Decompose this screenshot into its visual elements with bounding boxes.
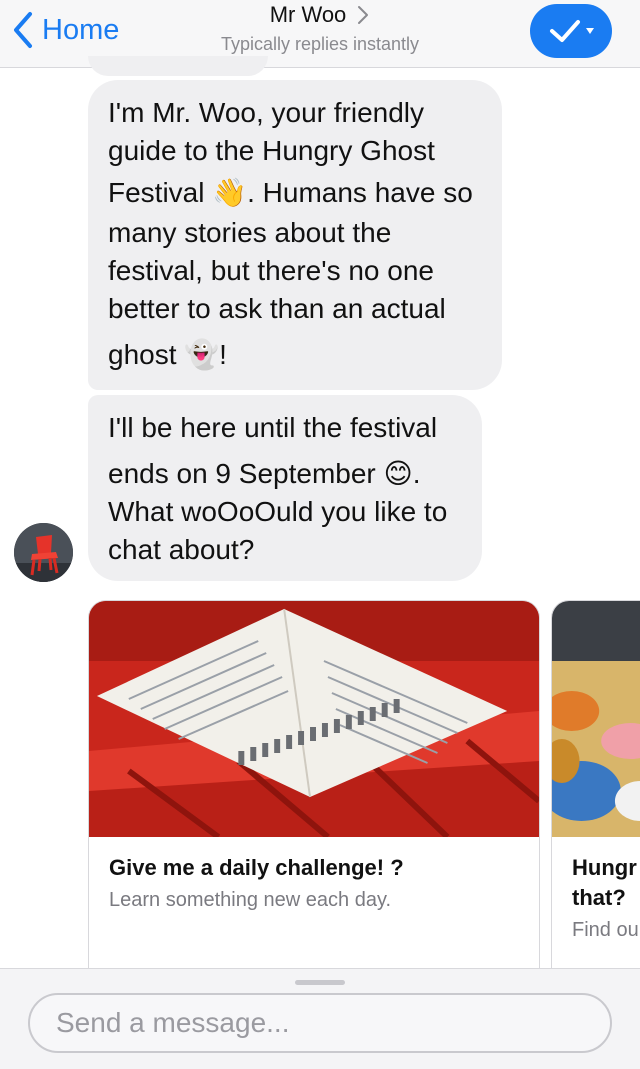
message-line: festival, but there's no one [108, 255, 434, 286]
done-menu-button[interactable] [530, 4, 612, 58]
message-line: guide to the Hungry Ghost [108, 135, 435, 166]
previous-message-bubble [88, 56, 268, 76]
message-line: chat about? [108, 534, 255, 565]
card-image-notebook [89, 601, 539, 837]
avatar[interactable] [14, 523, 73, 582]
message-line: ends on 9 September 😊. [108, 458, 421, 489]
message-input[interactable] [28, 993, 612, 1053]
card-subtitle: Learn something new each day. [109, 889, 392, 911]
card-subtitle: Find ou [572, 919, 639, 941]
conversation-title-button[interactable]: Mr Woo [270, 2, 371, 28]
contact-name: Mr Woo [269, 2, 347, 27]
chevron-right-icon [358, 6, 369, 24]
card-title: Give me a daily challenge! ? [109, 855, 404, 880]
carousel-card[interactable]: Give me a daily challenge! ? Learn somet… [88, 600, 540, 990]
card-title: Hungr that? [572, 853, 640, 913]
drag-handle[interactable] [295, 980, 345, 985]
message-composer [0, 968, 640, 1069]
message-line: better to ask than an actual [108, 293, 446, 324]
message-bubble: I'm Mr. Woo, your friendly guide to the … [88, 80, 502, 390]
message-line: many stories about the [108, 217, 392, 248]
check-dropdown-icon [550, 20, 594, 42]
message-line: Festival 👋. Humans have so [108, 177, 473, 208]
red-chair-avatar-icon [14, 523, 73, 582]
message-line: ghost 👻! [108, 339, 227, 370]
message-bubble: I'll be here until the festival ends on … [88, 395, 482, 581]
card-image-food [552, 601, 640, 837]
card-title-line: Hungr [572, 855, 637, 880]
card-title-line: that? [572, 885, 626, 910]
message-line: What woOoOuld you like to [108, 496, 448, 527]
message-line: I'm Mr. Woo, your friendly [108, 97, 425, 128]
message-line: I'll be here until the festival [108, 412, 438, 443]
carousel-card[interactable]: Hungr that? Find ou [551, 600, 640, 990]
